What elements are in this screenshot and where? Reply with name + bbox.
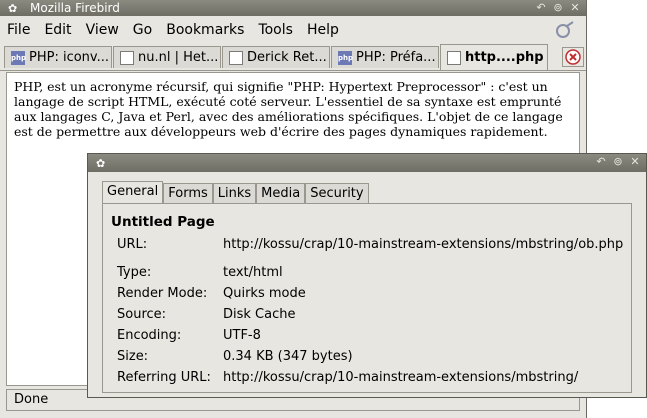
menu-go[interactable]: Go: [126, 22, 159, 38]
tab-derick[interactable]: Derick Ret...: [222, 46, 330, 68]
shade-icon[interactable]: ↶: [594, 155, 608, 169]
close-tab-button[interactable]: [562, 47, 584, 67]
encoding-value: UTF-8: [223, 328, 261, 343]
php-favicon-icon: php: [338, 50, 353, 65]
tab-security[interactable]: Security: [305, 183, 369, 204]
tab-media[interactable]: Media: [256, 183, 306, 204]
tab-php-prefa[interactable]: php PHP: Préfa...: [331, 46, 439, 68]
menu-view[interactable]: View: [79, 22, 126, 38]
document-icon: [120, 50, 134, 65]
size-value: 0.34 KB (347 bytes): [223, 349, 353, 364]
page-info-dialog: ✿ ↶ ⊚ ✕ General Forms Links Media Securi…: [87, 153, 647, 398]
field-label: Type:: [117, 265, 152, 280]
general-panel: Untitled Page URL: http://kossu/crap/10-…: [102, 203, 632, 393]
menu-file[interactable]: File: [0, 22, 37, 38]
window-title: Mozilla Firebird: [30, 1, 120, 15]
menu-help[interactable]: Help: [300, 22, 346, 38]
tab-label: Derick Ret...: [247, 50, 327, 65]
field-label: Render Mode:: [117, 286, 208, 301]
status-text: Done: [14, 392, 49, 407]
menu-bookmarks[interactable]: Bookmarks: [159, 22, 251, 38]
tab-forms[interactable]: Forms: [163, 183, 213, 204]
dialog-title-bar[interactable]: ✿ ↶ ⊚ ✕: [88, 154, 646, 172]
dialog-app-icon: ✿: [96, 157, 106, 170]
render-mode-value: Quirks mode: [223, 286, 306, 301]
field-label: Referring URL:: [117, 370, 211, 385]
app-icon: ✿: [8, 2, 18, 15]
minimize-icon[interactable]: ⊚: [611, 155, 625, 169]
close-icon[interactable]: ✕: [628, 155, 642, 169]
tab-label: PHP: Préfa...: [356, 50, 436, 65]
close-icon[interactable]: ✕: [568, 1, 582, 15]
tab-links[interactable]: Links: [212, 183, 257, 204]
document-icon: [447, 50, 461, 65]
tab-bar: php PHP: iconv... nu.nl | Het... Derick …: [0, 44, 586, 71]
field-label: Size:: [117, 349, 149, 364]
url-value[interactable]: http://kossu/crap/10-mainstream-extensio…: [223, 237, 623, 252]
referring-url-value[interactable]: http://kossu/crap/10-mainstream-extensio…: [223, 370, 578, 385]
close-tab-icon: [565, 49, 581, 65]
page-paragraph: PHP, est un acronyme récursif, qui signi…: [14, 79, 563, 139]
document-icon: [229, 50, 243, 65]
shade-icon[interactable]: ↶: [534, 1, 548, 15]
menu-tools[interactable]: Tools: [251, 22, 300, 38]
title-bar[interactable]: ✿ Mozilla Firebird ↶ ⊚ ✕: [0, 0, 586, 16]
tab-general[interactable]: General: [102, 181, 164, 204]
tab-http-php[interactable]: http....php: [440, 44, 548, 70]
menu-bar: File Edit View Go Bookmarks Tools Help: [0, 18, 586, 42]
dialog-tabs: General Forms Links Media Security: [102, 181, 369, 204]
minimize-icon[interactable]: ⊚: [551, 1, 565, 15]
tab-php-iconv[interactable]: php PHP: iconv...: [4, 46, 112, 68]
menu-edit[interactable]: Edit: [37, 22, 78, 38]
tab-label: nu.nl | Het...: [138, 50, 219, 65]
tab-nu-nl[interactable]: nu.nl | Het...: [113, 46, 221, 68]
type-value: text/html: [223, 265, 283, 280]
page-title: Untitled Page: [111, 214, 215, 230]
field-label: Source:: [117, 307, 167, 322]
url-label: URL:: [117, 237, 148, 252]
tab-label: http....php: [465, 50, 544, 65]
tab-label: PHP: iconv...: [29, 50, 109, 65]
throbber-icon: [556, 21, 574, 38]
source-value: Disk Cache: [223, 307, 296, 322]
field-label: Encoding:: [117, 328, 182, 343]
php-favicon-icon: php: [11, 50, 26, 65]
